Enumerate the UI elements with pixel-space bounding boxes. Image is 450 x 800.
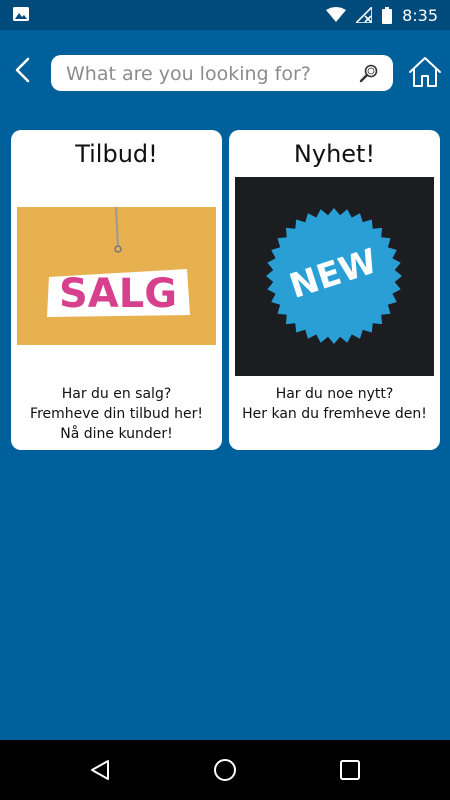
sale-image: SALG — [17, 207, 216, 345]
battery-icon — [382, 6, 393, 24]
description-line: Nå dine kunder! — [60, 426, 173, 442]
wifi-icon — [326, 7, 347, 22]
back-arrow-icon[interactable] — [10, 56, 38, 84]
image-icon — [13, 7, 29, 21]
card-description: Har du noe nytt? Her kan du fremheve den… — [229, 384, 440, 424]
signal-icon — [356, 7, 373, 23]
search-input[interactable] — [64, 59, 348, 89]
description-line: Har du noe nytt? — [275, 386, 394, 402]
nav-recents-icon[interactable] — [338, 758, 362, 782]
description-line: Her kan du fremheve den! — [242, 406, 427, 422]
navigation-bar — [0, 740, 450, 800]
app-bar — [0, 30, 450, 118]
home-icon[interactable] — [408, 56, 442, 88]
nav-home-icon[interactable] — [213, 758, 237, 782]
card-title: Tilbud! — [75, 140, 158, 168]
search-icon[interactable] — [359, 63, 379, 83]
new-image: NEW — [235, 177, 434, 376]
search-bar[interactable] — [51, 55, 393, 91]
nav-back-icon[interactable] — [88, 758, 112, 782]
card-title: Nyhet! — [293, 140, 376, 168]
status-bar: 8:35 — [0, 0, 450, 30]
description-line: Fremheve din tilbud her! — [30, 406, 203, 422]
sale-image-text: SALG — [59, 271, 177, 317]
card-description: Har du en salg? Fremheve din tilbud her!… — [11, 384, 222, 444]
status-time: 8:35 — [402, 5, 438, 25]
news-card[interactable]: Nyhet! NEW Har du noe nytt? Her kan du f… — [229, 130, 440, 450]
offer-card[interactable]: Tilbud! SALG Har du en salg? Fremheve di… — [11, 130, 222, 450]
description-line: Har du en salg? — [61, 386, 172, 402]
